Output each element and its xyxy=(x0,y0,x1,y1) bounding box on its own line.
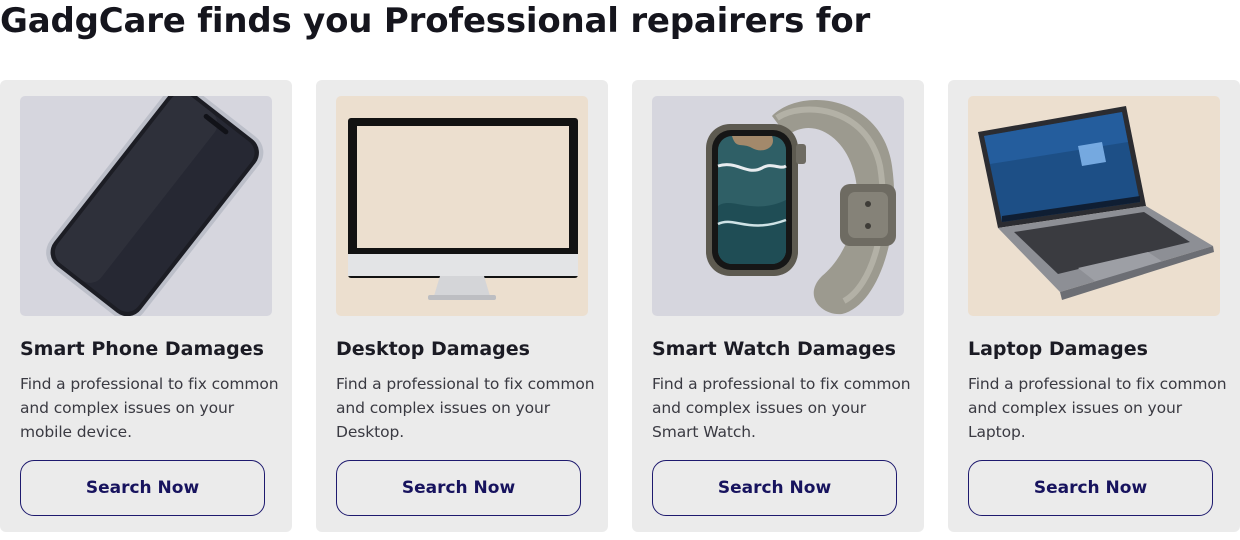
desktop-image xyxy=(336,96,588,316)
card-description: Find a professional to fix common and co… xyxy=(968,375,1227,441)
category-cards: Smart Phone Damages Find a professional … xyxy=(0,80,1240,532)
search-now-button[interactable]: Search Now xyxy=(652,460,897,516)
card-description: Find a professional to fix common and co… xyxy=(336,375,595,441)
repair-categories-section: GadgCare finds you Professional repairer… xyxy=(0,0,1240,540)
laptop-image xyxy=(968,96,1220,316)
section-heading: GadgCare finds you Professional repairer… xyxy=(0,1,871,41)
search-now-button[interactable]: Search Now xyxy=(336,460,581,516)
card-desktop: Desktop Damages Find a professional to f… xyxy=(316,80,608,532)
smart-watch-illustration xyxy=(652,96,904,316)
card-title: Smart Watch Damages xyxy=(652,338,896,360)
card-description: Find a professional to fix common and co… xyxy=(20,375,279,441)
search-now-button[interactable]: Search Now xyxy=(20,460,265,516)
card-smart-watch: Smart Watch Damages Find a professional … xyxy=(632,80,924,532)
card-title: Desktop Damages xyxy=(336,338,530,360)
desktop-illustration xyxy=(336,96,588,316)
card-description: Find a professional to fix common and co… xyxy=(652,375,911,441)
card-smart-phone: Smart Phone Damages Find a professional … xyxy=(0,80,292,532)
card-title: Laptop Damages xyxy=(968,338,1148,360)
search-now-button[interactable]: Search Now xyxy=(968,460,1213,516)
card-laptop: Laptop Damages Find a professional to fi… xyxy=(948,80,1240,532)
smart-phone-illustration xyxy=(20,96,272,316)
smart-phone-image xyxy=(20,96,272,316)
card-title: Smart Phone Damages xyxy=(20,338,264,360)
smart-watch-image xyxy=(652,96,904,316)
laptop-illustration xyxy=(968,96,1220,316)
